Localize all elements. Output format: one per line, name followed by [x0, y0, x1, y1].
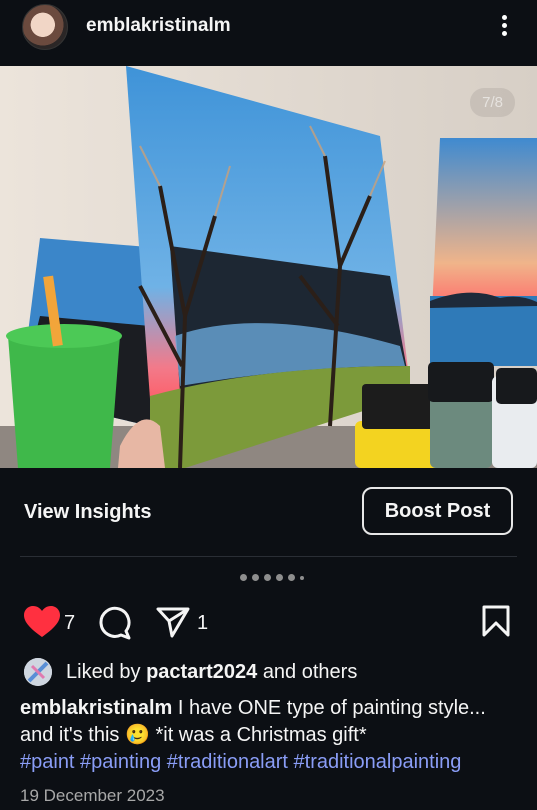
- liked-by-suffix: and others: [262, 660, 358, 683]
- liker-avatar: [24, 658, 52, 686]
- post-date: 19 December 2023: [20, 786, 165, 805]
- engagement-row: 7 1: [0, 600, 537, 646]
- image-counter: 7/8: [470, 88, 515, 117]
- caption: emblakristinalm I have ONE type of paint…: [20, 695, 520, 776]
- caption-emoji: 🥲: [125, 724, 150, 746]
- bookmark-icon[interactable]: [482, 605, 510, 642]
- caption-text-after: *it was a Christmas gift*: [155, 724, 367, 746]
- comment-icon[interactable]: [96, 604, 132, 645]
- carousel-dot: [252, 574, 259, 581]
- share-icon[interactable]: [156, 606, 190, 643]
- post-header: emblakristinalm: [0, 0, 537, 66]
- like-count[interactable]: 7: [64, 612, 75, 635]
- username[interactable]: emblakristinalm: [86, 15, 231, 37]
- view-insights-link[interactable]: View Insights: [24, 501, 151, 524]
- caption-hashtags[interactable]: #paint #painting #traditionalart #tradit…: [20, 751, 461, 773]
- avatar[interactable]: [22, 4, 68, 50]
- boost-post-button[interactable]: Boost Post: [362, 487, 513, 535]
- heart-icon[interactable]: [24, 606, 60, 643]
- insights-bar: View Insights Boost Post: [0, 468, 537, 556]
- carousel-dot: [288, 574, 295, 581]
- liked-by-row[interactable]: Liked by pactart2024 and others: [24, 658, 357, 686]
- painting-photo: [0, 66, 537, 468]
- carousel-dot: [300, 575, 304, 580]
- carousel-dot: [276, 574, 283, 581]
- share-count: 1: [197, 612, 209, 634]
- post-image[interactable]: 7/8: [0, 66, 537, 468]
- carousel-dot: [240, 574, 247, 581]
- more-options-icon[interactable]: [494, 12, 514, 40]
- caption-author[interactable]: emblakristinalm: [20, 697, 172, 719]
- carousel-dot: [264, 574, 271, 581]
- liked-by-prefix: Liked by: [66, 660, 141, 683]
- divider: [20, 556, 517, 557]
- carousel-indicator: [240, 574, 304, 581]
- liked-by-user[interactable]: pactart2024: [146, 661, 257, 683]
